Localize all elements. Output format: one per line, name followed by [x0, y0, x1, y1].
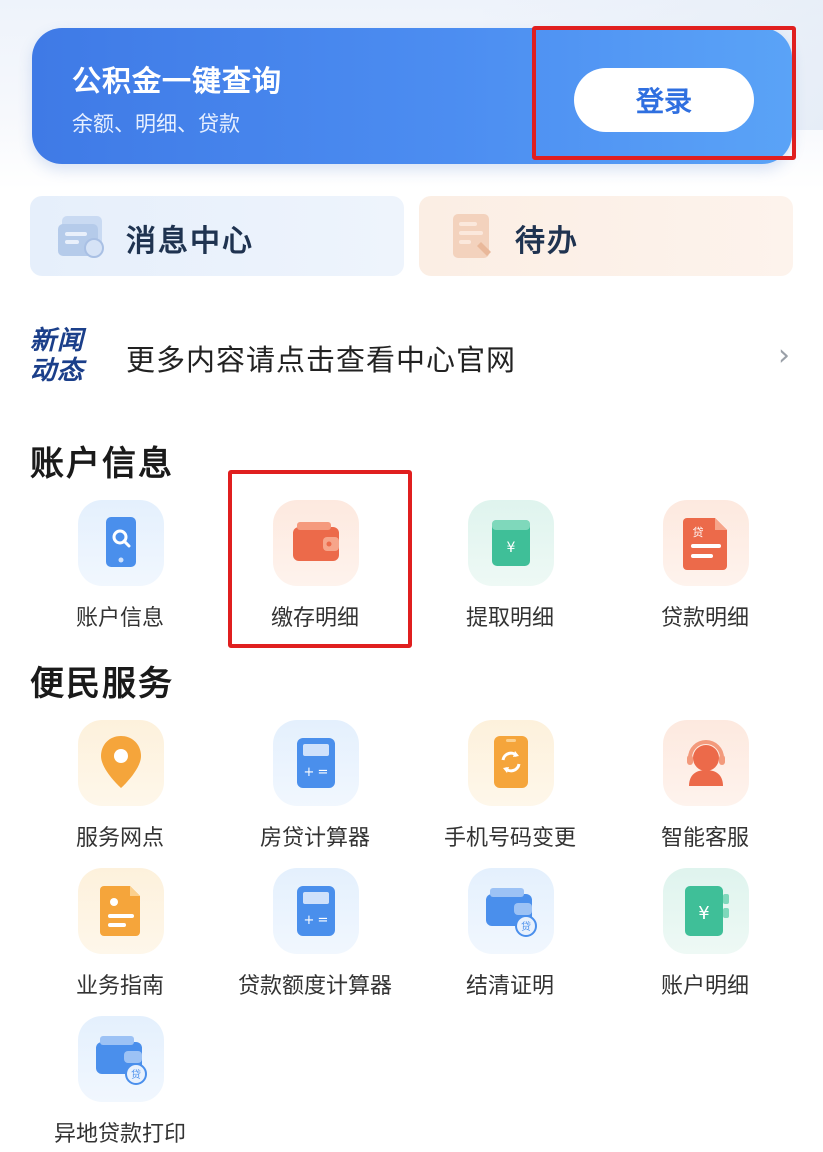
yuan-book-icon: ¥ [663, 868, 749, 954]
grid-label: 手机号码变更 [443, 826, 576, 851]
grid-item-service-outlets[interactable]: 服务网点 [23, 720, 217, 860]
message-center-label: 消息中心 [126, 224, 254, 259]
banner-subtitle: 余额、明细、贷款 [72, 112, 240, 136]
grid-label: 房贷计算器 [259, 826, 370, 851]
yuan-card-icon: ¥ [468, 500, 554, 586]
grid-item-account-info[interactable]: 账户信息 [23, 500, 217, 640]
service-section-title: 便民服务 [30, 664, 174, 704]
news-row[interactable]: 新闻 动态 更多内容请点击查看中心官网 › [30, 318, 800, 394]
svg-text:+: + [304, 765, 315, 780]
grid-item-settlement-proof[interactable]: 贷 结清证明 [413, 868, 607, 1008]
login-button[interactable]: 登录 [574, 68, 754, 132]
svg-text:=: = [318, 765, 329, 780]
svg-text:¥: ¥ [698, 903, 709, 924]
todo-icon [453, 214, 491, 258]
grid-item-business-guide[interactable]: 业务指南 [23, 868, 217, 1008]
grid-label: 贷款额度计算器 [237, 974, 392, 999]
grid-item-remote-loan-print[interactable]: 贷 异地贷款打印 [23, 1016, 217, 1152]
svg-text:+: + [304, 913, 315, 928]
grid-item-loan-limit-calculator[interactable]: + = 贷款额度计算器 [218, 868, 412, 1008]
grid-item-account-statement[interactable]: ¥ 账户明细 [608, 868, 802, 1008]
svg-text:¥: ¥ [507, 540, 516, 556]
phone-swap-icon [468, 720, 554, 806]
svg-text:=: = [318, 913, 329, 928]
location-pin-icon [78, 720, 164, 806]
loan-document-icon: 贷 [663, 500, 749, 586]
message-center-icon [58, 216, 104, 258]
grid-label: 账户信息 [75, 606, 164, 631]
message-center-card[interactable]: 消息中心 [30, 196, 404, 276]
customer-service-icon [663, 720, 749, 806]
chevron-right-icon: › [778, 338, 790, 373]
grid-label: 服务网点 [75, 826, 164, 851]
grid-label: 缴存明细 [270, 606, 359, 631]
grid-item-smart-service[interactable]: 智能客服 [608, 720, 802, 860]
todo-label: 待办 [515, 224, 579, 259]
grid-item-deposit-detail[interactable]: 缴存明细 [218, 500, 412, 640]
svg-text:贷: 贷 [693, 525, 704, 539]
grid-label: 智能客服 [660, 826, 749, 851]
grid-label: 提取明细 [465, 606, 554, 631]
todo-card[interactable]: 待办 [419, 196, 793, 276]
news-badge-line2: 动态 [30, 356, 85, 386]
grid-item-withdrawal-detail[interactable]: ¥ 提取明细 [413, 500, 607, 640]
guide-document-icon [78, 868, 164, 954]
query-banner: 公积金一键查询 余额、明细、贷款 登录 [32, 28, 792, 164]
grid-label: 账户明细 [660, 974, 749, 999]
account-section-title: 账户信息 [30, 444, 174, 484]
news-text: 更多内容请点击查看中心官网 [126, 343, 517, 377]
wallet-loan-icon: 贷 [468, 868, 554, 954]
svg-text:贷: 贷 [521, 920, 531, 933]
phone-search-icon [78, 500, 164, 586]
grid-item-mortgage-calculator[interactable]: + = 房贷计算器 [218, 720, 412, 860]
wallet-icon [273, 500, 359, 586]
svg-text:贷: 贷 [131, 1068, 141, 1081]
banner-title: 公积金一键查询 [72, 64, 283, 98]
grid-label: 贷款明细 [660, 606, 749, 631]
news-badge: 新闻 动态 [30, 326, 104, 388]
news-badge-line1: 新闻 [30, 326, 85, 356]
grid-label: 异地贷款打印 [53, 1122, 186, 1147]
wallet-loan-icon: 贷 [78, 1016, 164, 1102]
calculator-icon: + = [273, 720, 359, 806]
calculator-icon: + = [273, 868, 359, 954]
grid-item-phone-change[interactable]: 手机号码变更 [413, 720, 607, 860]
grid-item-loan-detail[interactable]: 贷 贷款明细 [608, 500, 802, 640]
grid-label: 结清证明 [465, 974, 554, 999]
grid-label: 业务指南 [75, 974, 164, 999]
